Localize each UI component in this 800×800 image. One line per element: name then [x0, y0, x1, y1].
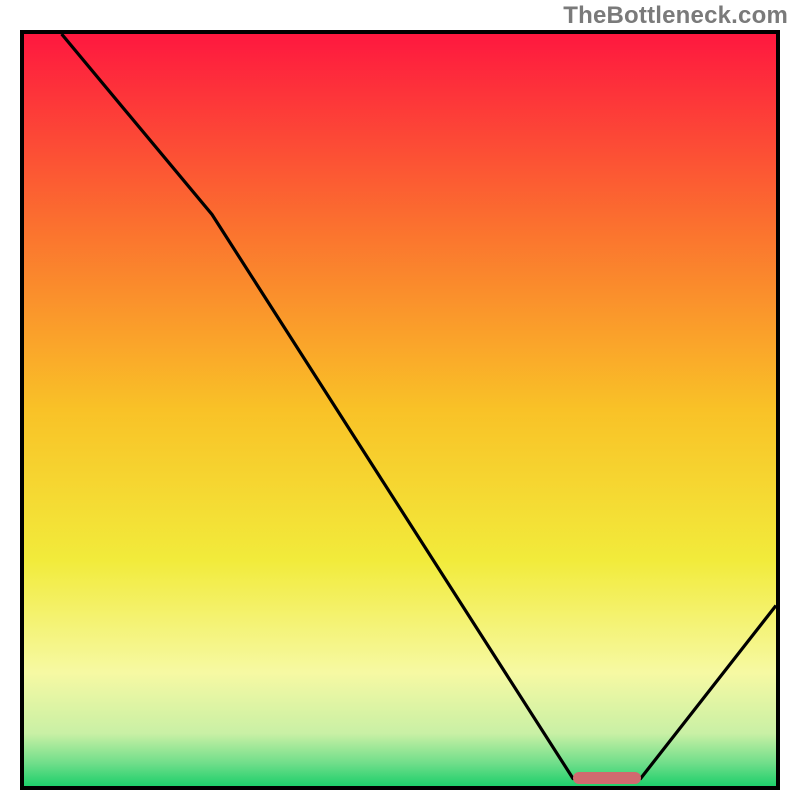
curve-svg: [24, 34, 776, 786]
bottleneck-curve: [62, 34, 776, 779]
optimum-marker: [573, 772, 641, 784]
chart-container: TheBottleneck.com: [0, 0, 800, 800]
plot-area: [20, 30, 780, 790]
attribution-text: TheBottleneck.com: [563, 2, 788, 30]
